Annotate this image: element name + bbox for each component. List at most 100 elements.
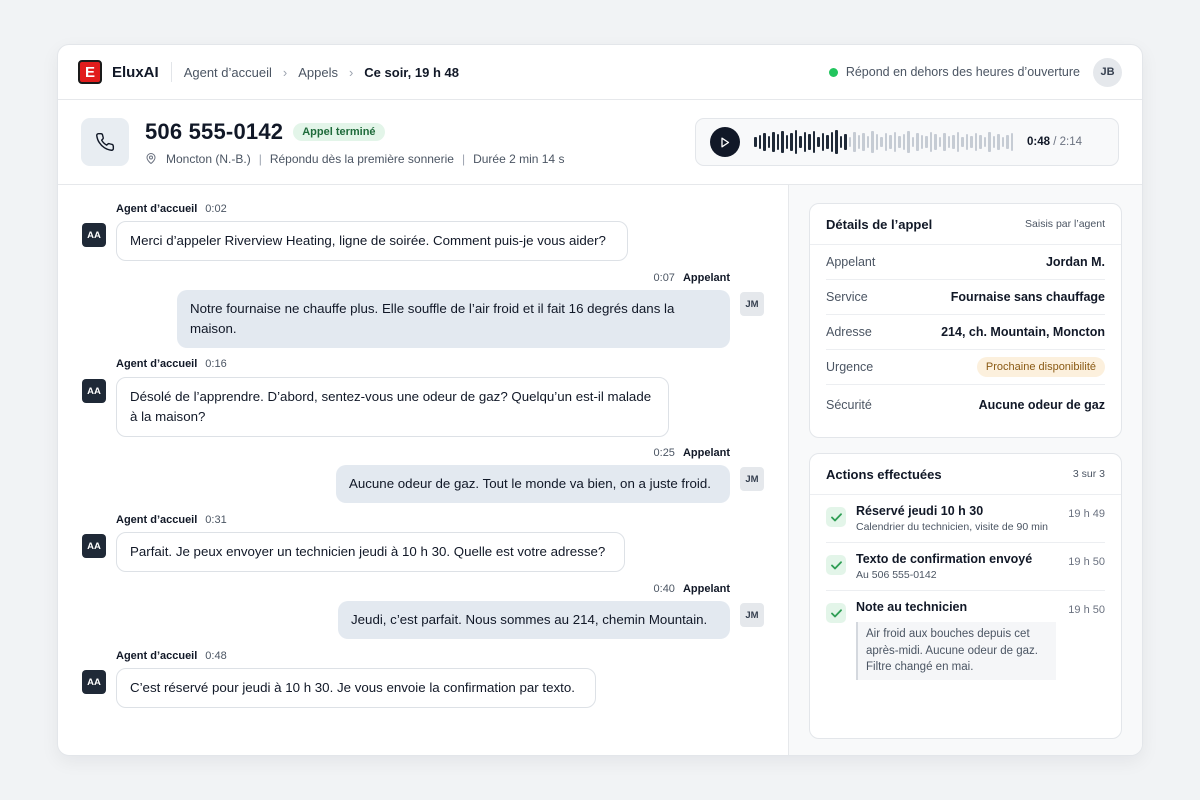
waveform-bar — [857, 135, 860, 149]
action-item: Note au technicien Air froid aux bouches… — [826, 591, 1105, 689]
waveform-bar — [781, 131, 784, 153]
waveform-bar — [952, 135, 955, 149]
agent-avatar: AA — [82, 534, 106, 558]
waveform-bar — [853, 132, 856, 152]
action-time: 19 h 50 — [1068, 604, 1105, 616]
waveform-bar — [898, 136, 901, 148]
detail-value: 214, ch. Mountain, Moncton — [941, 325, 1105, 339]
call-answered: Répondu dès la première sonnerie — [269, 151, 454, 166]
waveform-bar — [889, 135, 892, 149]
waveform-scrubber[interactable] — [754, 127, 1013, 157]
caller-avatar: JM — [740, 292, 764, 316]
call-details-card: Détails de l’appel Saisis par l’agent Ap… — [809, 203, 1122, 438]
waveform-bar — [979, 135, 982, 149]
eluxai-logo[interactable]: E — [78, 60, 102, 84]
waveform-bar — [1006, 135, 1009, 149]
location-pin-icon — [145, 152, 157, 165]
brand-name: EluxAI — [112, 63, 159, 81]
side-panel: Détails de l’appel Saisis par l’agent Ap… — [788, 185, 1142, 755]
message-meta: 0:40 Appelant — [654, 583, 730, 595]
waveform-bar — [929, 132, 932, 152]
waveform-bar — [925, 136, 928, 148]
waveform-bar — [1010, 133, 1013, 151]
top-bar: E EluxAI Agent d’accueil › Appels › Ce s… — [58, 45, 1142, 100]
speaker-name: Appelant — [682, 272, 730, 284]
status-text: Répond en dehors des heures d’ouverture — [845, 65, 1080, 79]
caller-avatar: JM — [740, 467, 764, 491]
breadcrumb-calls[interactable]: Appels — [298, 65, 338, 80]
waveform-bar — [1001, 137, 1004, 147]
play-button[interactable] — [710, 127, 740, 157]
waveform-bar — [902, 134, 905, 150]
detail-label: Service — [826, 290, 868, 304]
logo-letter: E — [84, 63, 95, 81]
waveform-bar — [866, 136, 869, 148]
caller-message: Jeudi, c’est parfait. Nous sommes au 214… — [338, 601, 730, 639]
action-title: Note au technicien — [856, 600, 968, 614]
agent-message: Parfait. Je peux envoyer un technicien j… — [116, 532, 625, 572]
actions-title: Actions effectuées — [826, 466, 942, 482]
waveform-bar — [758, 135, 761, 149]
waveform-bar — [844, 134, 847, 150]
action-item: Réservé jeudi 10 h 30 Calendrier du tech… — [826, 495, 1105, 543]
action-time: 19 h 50 — [1068, 556, 1105, 568]
waveform-bar — [754, 137, 757, 147]
waveform-bar — [790, 133, 793, 151]
waveform-bar — [848, 137, 851, 147]
message-meta: Agent d’accueil 0:02 — [116, 203, 227, 215]
waveform-bar — [992, 136, 995, 148]
divider — [170, 62, 172, 82]
playback-time: 0:48 / 2:14 — [1027, 136, 1082, 148]
message-meta: 0:25 Appelant — [654, 447, 730, 459]
waveform-bar — [965, 134, 968, 150]
action-title: Texto de confirmation envoyé — [856, 552, 1033, 566]
details-title: Détails de l’appel — [826, 216, 933, 232]
details-source: Saisis par l’agent — [1025, 218, 1105, 230]
status-dot-icon — [828, 67, 838, 77]
agent-message: Désolé de l’apprendre. D’abord, sentez-v… — [116, 377, 669, 437]
waveform-bar — [974, 133, 977, 151]
message-time: 0:02 — [205, 203, 227, 215]
speaker-name: Agent d’accueil — [116, 203, 198, 215]
detail-value: Aucune odeur de gaz — [978, 398, 1105, 412]
agent-message: Merci d’appeler Riverview Heating, ligne… — [116, 221, 628, 261]
speaker-name: Agent d’accueil — [116, 650, 198, 662]
waveform-bar — [997, 134, 1000, 150]
action-time: 19 h 49 — [1068, 508, 1105, 520]
waveform-bar — [839, 136, 842, 148]
current-time: 0:48 — [1027, 136, 1051, 148]
actions-card: Actions effectuées 3 sur 3 Réservé jeudi… — [809, 453, 1122, 739]
play-icon — [721, 137, 730, 147]
waveform-bar — [916, 133, 919, 151]
detail-row-address: Adresse 214, ch. Mountain, Moncton — [826, 315, 1105, 350]
waveform-bar — [826, 135, 829, 149]
user-avatar[interactable]: JB — [1093, 57, 1122, 87]
action-subtitle: Calendrier du technicien, visite de 90 m… — [856, 521, 1049, 533]
waveform-bar — [947, 136, 950, 148]
waveform-bar — [799, 136, 802, 148]
waveform-bar — [776, 134, 779, 150]
detail-label: Urgence — [826, 360, 874, 374]
app-window: E EluxAI Agent d’accueil › Appels › Ce s… — [57, 44, 1143, 756]
waveform-bar — [956, 132, 959, 152]
chevron-right-icon: › — [348, 64, 354, 80]
caller-message: Aucune odeur de gaz. Tout le monde va bi… — [336, 465, 730, 503]
waveform-bar — [988, 132, 991, 152]
waveform-bar — [763, 133, 766, 151]
detail-value: Fournaise sans chauffage — [950, 290, 1105, 304]
waveform-bar — [821, 133, 824, 151]
caller-message: Notre fournaise ne chauffe plus. Elle so… — [177, 290, 730, 348]
total-time: / 2:14 — [1053, 136, 1083, 148]
meta-separator: | — [258, 151, 262, 166]
message-meta: 0:07 Appelant — [654, 272, 730, 284]
waveform-bar — [920, 135, 923, 149]
breadcrumb-agent[interactable]: Agent d’accueil — [184, 65, 272, 80]
detail-row-caller: Appelant Jordan M. — [826, 245, 1105, 280]
agent-avatar: AA — [82, 670, 106, 694]
action-subtitle: Au 506 555-0142 — [856, 569, 937, 581]
detail-row-urgency: Urgence Prochaine disponibilité — [826, 350, 1105, 385]
technician-note: Air froid aux bouches depuis cet après-m… — [856, 622, 1056, 680]
message-meta: Agent d’accueil 0:16 — [116, 358, 227, 370]
action-item: Texto de confirmation envoyé Au 506 555-… — [826, 543, 1105, 591]
waveform-bar — [808, 134, 811, 150]
